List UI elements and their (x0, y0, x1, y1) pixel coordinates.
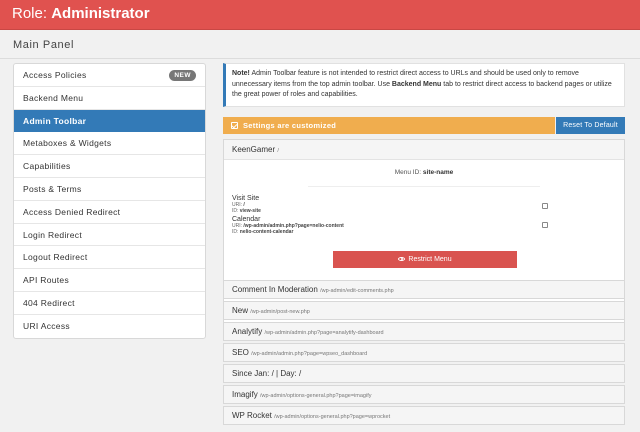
sidebar-item-backend-menu[interactable]: Backend Menu (14, 87, 205, 110)
toolbar-group-imagify[interactable]: Imagify /wp-admin/options-general.php?pa… (223, 385, 625, 404)
role-title: Role: Administrator (12, 5, 150, 22)
main-panel-header: Main Panel (0, 31, 640, 59)
toolbar-group-new[interactable]: New /wp-admin/post-new.php (223, 301, 625, 320)
sidebar-item-api-routes[interactable]: API Routes (14, 269, 205, 292)
sidebar: Access Policies NEW Backend Menu Admin To… (13, 63, 206, 339)
settings-status: Settings are customized (223, 117, 555, 134)
sidebar-item-admin-toolbar[interactable]: Admin Toolbar (14, 109, 205, 133)
sidebar-item-uri-access[interactable]: URI Access (14, 315, 205, 338)
toolbar-item-calendar: Calendar URI: /wp-admin/admin.php?page=n… (232, 216, 344, 235)
sidebar-item-access-denied-redirect[interactable]: Access Denied Redirect (14, 201, 205, 224)
sidebar-item-404-redirect[interactable]: 404 Redirect (14, 292, 205, 315)
menu-id: Menu ID: site-name (308, 167, 540, 187)
toolbar-group-comment-moderation[interactable]: Comment In Moderation /wp-admin/edit-com… (223, 280, 625, 299)
sidebar-item-metaboxes-widgets[interactable]: Metaboxes & Widgets (14, 132, 205, 156)
notice-box: Note! Admin Toolbar feature is not inten… (223, 63, 625, 107)
backend-menu-link[interactable]: Backend Menu (392, 81, 441, 88)
new-badge: NEW (169, 70, 196, 81)
sidebar-item-login-redirect[interactable]: Login Redirect (14, 224, 205, 247)
visit-site-checkbox[interactable] (542, 203, 548, 209)
sidebar-item-posts-terms[interactable]: Posts & Terms (14, 178, 205, 201)
toolbar-group-since[interactable]: Since Jan: / | Day: / (223, 364, 625, 383)
check-square-icon (231, 122, 238, 129)
toolbar-group-analytify[interactable]: Analytify /wp-admin/admin.php?page=analy… (223, 322, 625, 341)
toolbar-group-seo[interactable]: SEO /wp-admin/admin.php?page=wpseo_dashb… (223, 343, 625, 362)
restrict-menu-button[interactable]: Restrict Menu (333, 251, 517, 268)
settings-bar: Settings are customized Reset To Default (223, 117, 625, 134)
main-panel-title: Main Panel (13, 39, 75, 51)
reset-to-default-button[interactable]: Reset To Default (556, 117, 625, 134)
sidebar-item-logout-redirect[interactable]: Logout Redirect (14, 246, 205, 270)
role-name: Administrator (51, 5, 150, 22)
group-header[interactable]: KeenGamer / (224, 140, 624, 160)
sidebar-item-access-policies[interactable]: Access Policies NEW (14, 64, 205, 87)
toolbar-item-visit-site: Visit Site URI: / ID: view-site (232, 195, 261, 214)
toolbar-group-wp-rocket[interactable]: WP Rocket /wp-admin/options-general.php?… (223, 406, 625, 425)
eye-icon (398, 257, 406, 261)
calendar-checkbox[interactable] (542, 222, 548, 228)
role-header: Role: Administrator (0, 0, 640, 30)
sidebar-item-capabilities[interactable]: Capabilities (14, 155, 205, 178)
